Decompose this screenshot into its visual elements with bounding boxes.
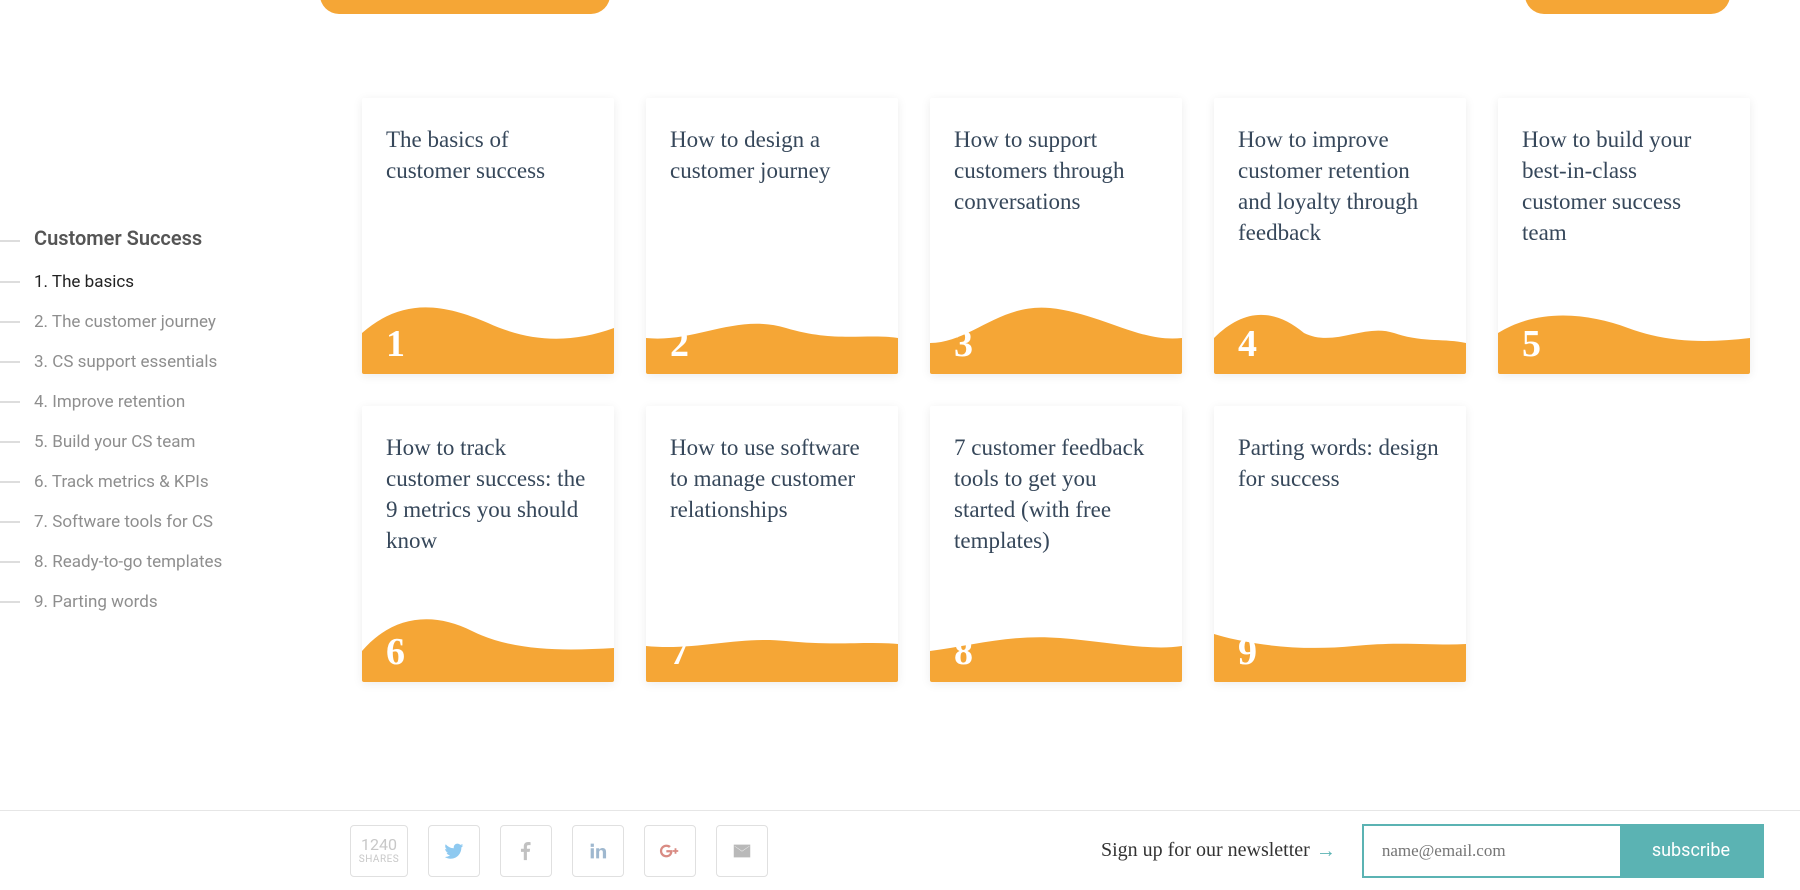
card-5[interactable]: How to build your best-in-class customer… <box>1498 98 1750 374</box>
card-grid: The basics of customer success 1 How to … <box>362 98 1750 682</box>
sidebar-item-team[interactable]: 5. Build your CS team <box>0 422 280 462</box>
card-4[interactable]: How to improve customer retention and lo… <box>1214 98 1466 374</box>
card-number: 1 <box>386 322 405 366</box>
sidebar-heading: Customer Success <box>0 220 280 262</box>
header-cta-right[interactable] <box>1525 0 1730 14</box>
signup-label: Sign up for our newsletter <box>1101 839 1310 862</box>
card-number: 6 <box>386 630 405 674</box>
arrow-right-icon: → <box>1316 838 1336 863</box>
footer-bar: 1240 SHARES Sign up for our newsletter →… <box>0 810 1800 890</box>
card-number: 3 <box>954 322 973 366</box>
sidebar-item-tools[interactable]: 7. Software tools for CS <box>0 502 280 542</box>
linkedin-icon[interactable] <box>572 825 624 877</box>
card-9[interactable]: Parting words: design for success 9 <box>1214 406 1466 682</box>
sidebar-item-journey[interactable]: 2. The customer journey <box>0 302 280 342</box>
email-form: subscribe <box>1362 824 1764 878</box>
card-title: How to build your best-in-class customer… <box>1498 98 1750 248</box>
share-count-value: 1240 <box>361 837 397 853</box>
card-title: How to track customer success: the 9 met… <box>362 406 614 556</box>
card-number: 4 <box>1238 322 1257 366</box>
card-number: 2 <box>670 322 689 366</box>
facebook-icon[interactable] <box>500 825 552 877</box>
card-title: The basics of customer success <box>362 98 614 186</box>
card-2[interactable]: How to design a customer journey 2 <box>646 98 898 374</box>
sidebar-item-essentials[interactable]: 3. CS support essentials <box>0 342 280 382</box>
card-6[interactable]: How to track customer success: the 9 met… <box>362 406 614 682</box>
card-1[interactable]: The basics of customer success 1 <box>362 98 614 374</box>
sidebar-item-templates[interactable]: 8. Ready-to-go templates <box>0 542 280 582</box>
card-title: Parting words: design for success <box>1214 406 1466 494</box>
googleplus-icon[interactable] <box>644 825 696 877</box>
card-title: How to support customers through convers… <box>930 98 1182 217</box>
email-icon[interactable] <box>716 825 768 877</box>
card-title: 7 customer feedback tools to get you sta… <box>930 406 1182 556</box>
card-title: How to use software to manage customer r… <box>646 406 898 525</box>
sidebar-item-basics[interactable]: 1. The basics <box>0 262 280 302</box>
share-count-label: SHARES <box>359 855 399 865</box>
card-number: 7 <box>670 630 689 674</box>
card-title: How to design a customer journey <box>646 98 898 186</box>
card-number: 8 <box>954 630 973 674</box>
newsletter-signup: Sign up for our newsletter → subscribe <box>1101 824 1764 878</box>
email-input[interactable] <box>1364 826 1620 876</box>
sidebar-nav: Customer Success 1. The basics 2. The cu… <box>0 220 280 622</box>
sidebar-item-parting[interactable]: 9. Parting words <box>0 582 280 622</box>
sidebar-item-metrics[interactable]: 6. Track metrics & KPIs <box>0 462 280 502</box>
card-title: How to improve customer retention and lo… <box>1214 98 1466 248</box>
card-8[interactable]: 7 customer feedback tools to get you sta… <box>930 406 1182 682</box>
header-cta-left[interactable] <box>320 0 610 14</box>
subscribe-button[interactable]: subscribe <box>1620 826 1762 876</box>
sidebar-item-retention[interactable]: 4. Improve retention <box>0 382 280 422</box>
share-count: 1240 SHARES <box>350 825 408 877</box>
card-3[interactable]: How to support customers through convers… <box>930 98 1182 374</box>
twitter-icon[interactable] <box>428 825 480 877</box>
card-7[interactable]: How to use software to manage customer r… <box>646 406 898 682</box>
card-number: 5 <box>1522 322 1541 366</box>
card-number: 9 <box>1238 630 1257 674</box>
